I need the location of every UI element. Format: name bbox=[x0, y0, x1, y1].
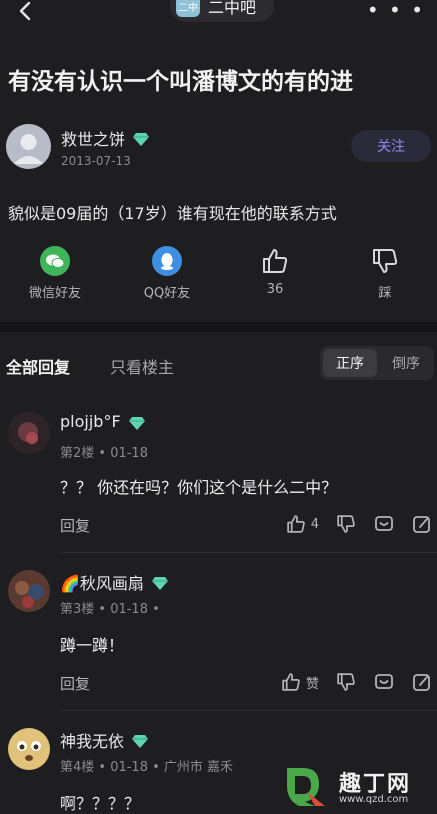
emoji-icon[interactable] bbox=[373, 671, 395, 693]
reply-divider bbox=[60, 710, 437, 711]
forum-icon: 二中 bbox=[176, 0, 200, 17]
more-icon[interactable]: • • • bbox=[367, 0, 425, 22]
reply-meta: 第2楼 • 01-18 bbox=[60, 446, 148, 461]
like-count: 36 bbox=[266, 282, 284, 297]
avatar[interactable] bbox=[8, 570, 50, 612]
emoji-icon[interactable] bbox=[373, 513, 395, 535]
post-actions: 微信好友 QQ好友 36 踩 bbox=[0, 246, 437, 306]
reply-author-name[interactable]: 神我无依 bbox=[60, 728, 124, 752]
forum-pill[interactable]: 二中 二中吧 bbox=[170, 0, 274, 22]
reply-author-name[interactable]: plojjb°F bbox=[60, 412, 121, 431]
thumbs-down-icon[interactable] bbox=[335, 671, 357, 693]
reply-tabs: 全部回复 只看楼主 正序 倒序 bbox=[0, 336, 437, 390]
reply-meta: 第3楼 • 01-18 • bbox=[60, 602, 160, 617]
order-asc-button[interactable]: 正序 bbox=[323, 349, 377, 377]
post-content: 貌似是09届的（17岁）谁有现在他的联系方式 bbox=[8, 204, 337, 223]
avatar[interactable] bbox=[8, 728, 50, 770]
site-watermark: 趣丁网 www.qzd.com bbox=[281, 764, 431, 810]
reply-author-name[interactable]: 🌈秋风画扇 bbox=[60, 570, 144, 594]
post-author: 救世之饼 2013-07-13 bbox=[6, 124, 150, 169]
thumbs-down-icon bbox=[370, 246, 400, 276]
reply-item: plojjb°F 第2楼 • 01-18 ？？ 你还在吗？你们这个是什么二中？ … bbox=[0, 400, 437, 550]
diamond-icon bbox=[151, 575, 168, 590]
diamond-icon bbox=[132, 733, 149, 748]
post-date: 2013-07-13 bbox=[61, 153, 131, 168]
like-button[interactable]: 36 bbox=[230, 246, 320, 297]
thumbs-up-icon[interactable] bbox=[285, 513, 307, 535]
thumbs-up-icon[interactable] bbox=[280, 671, 302, 693]
diamond-icon bbox=[128, 415, 145, 430]
reply-text: 蹲一蹲！ bbox=[60, 636, 125, 655]
watermark-url: www.qzd.com bbox=[339, 794, 409, 805]
avatar[interactable] bbox=[8, 412, 50, 454]
tab-op-only[interactable]: 只看楼主 bbox=[110, 354, 174, 378]
top-bar: 二中 二中吧 • • • bbox=[0, 0, 437, 34]
reply-text: ？？ 你还在吗？你们这个是什么二中？ bbox=[60, 478, 338, 497]
order-desc-button[interactable]: 倒序 bbox=[380, 349, 432, 377]
edit-icon[interactable] bbox=[411, 513, 433, 535]
reply-like-count: 赞 bbox=[305, 676, 319, 692]
share-wechat-button[interactable]: 微信好友 bbox=[10, 246, 100, 301]
reply-button[interactable]: 回复 bbox=[60, 673, 90, 694]
post-title: 有没有认识一个叫潘博文的有的进 bbox=[8, 69, 353, 95]
order-toggle: 正序 倒序 bbox=[320, 346, 434, 380]
wechat-icon bbox=[40, 246, 70, 276]
edit-icon[interactable] bbox=[411, 671, 433, 693]
thumbs-up-icon bbox=[260, 246, 290, 276]
reply-item: 🌈秋风画扇 第3楼 • 01-18 • 蹲一蹲！ 回复 赞 bbox=[0, 556, 437, 708]
follow-button[interactable]: 关注 bbox=[351, 130, 431, 162]
section-divider bbox=[0, 322, 437, 332]
share-qq-button[interactable]: QQ好友 bbox=[122, 246, 212, 301]
reply-meta: 第4楼 • 01-18 • 广州市 嘉禾 bbox=[60, 760, 234, 775]
wechat-label: 微信好友 bbox=[28, 286, 81, 301]
reply-button[interactable]: 回复 bbox=[60, 515, 90, 536]
dislike-button[interactable]: 踩 bbox=[340, 246, 430, 301]
dislike-label: 踩 bbox=[378, 286, 392, 301]
back-icon[interactable] bbox=[14, 0, 38, 24]
diamond-icon bbox=[133, 131, 150, 146]
tab-all-replies[interactable]: 全部回复 bbox=[6, 354, 70, 378]
qq-icon bbox=[152, 246, 182, 276]
avatar[interactable] bbox=[6, 124, 51, 169]
reply-text: 啊？？？？ bbox=[60, 794, 141, 813]
thumbs-down-icon[interactable] bbox=[335, 513, 357, 535]
qq-label: QQ好友 bbox=[143, 286, 191, 301]
reply-like-count: 4 bbox=[310, 516, 319, 532]
author-name[interactable]: 救世之饼 bbox=[61, 126, 125, 150]
watermark-logo-icon bbox=[281, 764, 329, 808]
reply-divider bbox=[60, 552, 437, 553]
forum-name: 二中吧 bbox=[208, 0, 257, 17]
